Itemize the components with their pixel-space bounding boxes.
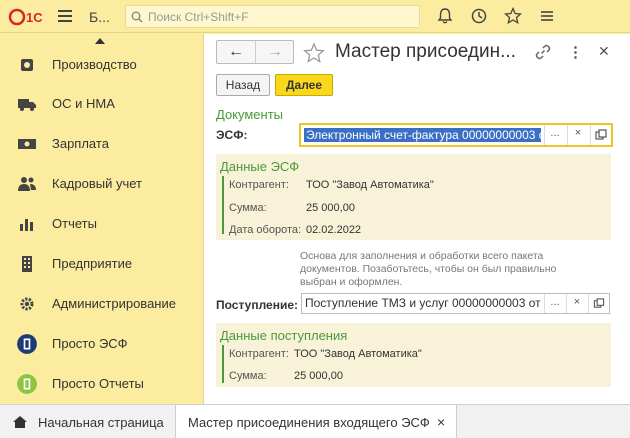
close-icon[interactable]: ✕ (598, 43, 610, 60)
esf-data-box: Данные ЭСФ Контрагент: ТОО "Завод Автома… (216, 154, 611, 240)
tab-home-label: Начальная страница (38, 415, 164, 430)
nav-buttons: ← → (216, 40, 294, 64)
tab-home[interactable]: Начальная страница (0, 405, 174, 438)
bell-icon[interactable] (436, 7, 454, 25)
sidebar-item-label: Администрирование (52, 296, 176, 311)
1c-logo-icon[interactable]: 1С (8, 8, 42, 26)
esf-counterparty-value: ТОО "Завод Автоматика" (306, 179, 434, 191)
app-title[interactable]: Б... (89, 9, 110, 25)
receipt-clear-button[interactable]: × (566, 294, 587, 313)
tab-wizard[interactable]: Мастер присоединения входящего ЭСФ × (175, 405, 457, 438)
search-input[interactable]: Поиск Ctrl+Shift+F (125, 5, 420, 28)
sidebar-item-label: Производство (52, 57, 137, 72)
tab-close-icon[interactable]: × (437, 414, 445, 430)
main-menu-icon[interactable] (58, 10, 72, 22)
sidebar-item-label: ОС и НМА (52, 96, 115, 111)
receipt-counterparty-value: ТОО "Завод Автоматика" (294, 348, 422, 360)
logo-text: 1С (26, 10, 42, 25)
sidebar-item-enterprise[interactable]: Предприятие (0, 246, 203, 282)
form-panel: ← → Мастер присоедин... ⋮ ✕ Назад Далее … (203, 34, 630, 404)
favorite-star-icon[interactable] (303, 42, 325, 64)
receipt-select-button[interactable]: ... (544, 294, 565, 313)
sidebar-item-label: Просто ЭСФ (52, 336, 128, 351)
receipt-label: Поступление: (216, 298, 299, 312)
menu-icon[interactable] (538, 7, 556, 25)
sidebar: Производство ОС и НМА Зарплата Кадровый … (0, 34, 203, 404)
sidebar-item-label: Отчеты (52, 216, 97, 231)
receipt-data-bar (222, 345, 224, 383)
receipt-counterparty-label: Контрагент: (229, 348, 289, 360)
forward-arrow-icon[interactable]: → (256, 41, 294, 63)
page-title: Мастер присоедин... (335, 41, 516, 62)
esf-counterparty-label: Контрагент: (229, 179, 289, 191)
sidebar-item-salary[interactable]: Зарплата (0, 126, 203, 162)
hint-text: Основа для заполнения и обработки всего … (300, 250, 557, 288)
receipt-sum-label: Сумма: (229, 370, 267, 382)
receipt-sum-value: 25 000,00 (294, 370, 343, 382)
receipt-data-box: Данные поступления Контрагент: ТОО "Заво… (216, 323, 611, 387)
documents-title: Документы (216, 107, 284, 122)
search-placeholder: Поиск Ctrl+Shift+F (148, 10, 249, 24)
esf-sum-value: 25 000,00 (306, 202, 355, 214)
search-icon (131, 11, 143, 23)
receipt-field[interactable]: Поступление ТМЗ и услуг 00000000003 от 0… (301, 293, 610, 314)
next-button[interactable]: Далее (275, 74, 333, 96)
window-tabs: Начальная страница Мастер присоединения … (0, 404, 630, 438)
tab-wizard-label: Мастер присоединения входящего ЭСФ (188, 415, 430, 430)
esf-clear-button[interactable]: × (567, 125, 588, 145)
sidebar-item-label: Предприятие (52, 256, 133, 271)
sidebar-item-reports[interactable]: Отчеты (0, 206, 203, 242)
esf-sum-label: Сумма: (229, 202, 267, 214)
money-icon (18, 139, 36, 149)
more-icon[interactable]: ⋮ (568, 43, 583, 61)
back-arrow-icon[interactable]: ← (217, 41, 255, 63)
home-icon (13, 416, 27, 428)
top-bar: 1С Б... Поиск Ctrl+Shift+F (0, 0, 630, 33)
esf-select-button[interactable]: ... (544, 125, 565, 145)
history-icon[interactable] (470, 7, 488, 25)
sidebar-item-label: Зарплата (52, 136, 109, 151)
sidebar-item-admin[interactable]: Администрирование (0, 286, 203, 322)
building-icon (22, 256, 32, 272)
reports-logo-icon (17, 374, 37, 394)
sidebar-item-fixed-assets[interactable]: ОС и НМА (0, 86, 203, 122)
sidebar-item-hr[interactable]: Кадровый учет (0, 166, 203, 202)
scroll-up-icon[interactable] (95, 38, 105, 44)
esf-data-title: Данные ЭСФ (220, 159, 300, 174)
receipt-data-title: Данные поступления (220, 328, 348, 343)
sidebar-item-production[interactable]: Производство (0, 47, 203, 83)
sidebar-item-prosto-esf[interactable]: Просто ЭСФ (0, 326, 203, 362)
sidebar-item-label: Кадровый учет (52, 176, 142, 191)
esf-open-icon[interactable] (590, 125, 611, 145)
truck-icon (18, 99, 36, 111)
production-icon (21, 59, 33, 71)
esf-turnover-value: 02.02.2022 (306, 224, 362, 236)
bar-chart-icon (20, 219, 33, 231)
star-icon[interactable] (504, 7, 522, 25)
link-icon[interactable] (535, 44, 551, 60)
sidebar-item-prosto-reports[interactable]: Просто Отчеты (0, 366, 203, 402)
gear-icon (20, 297, 34, 311)
esf-turnover-label: Дата оборота: (229, 224, 302, 236)
esf-field-value: Электронный счет-фактура 00000000003 от … (304, 128, 541, 142)
people-icon (18, 177, 36, 191)
sidebar-item-label: Просто Отчеты (52, 376, 144, 391)
esf-logo-icon (17, 334, 37, 354)
esf-field[interactable]: Электронный счет-фактура 00000000003 от … (299, 123, 613, 147)
receipt-open-icon[interactable] (588, 294, 609, 313)
back-button[interactable]: Назад (216, 74, 270, 96)
receipt-field-value: Поступление ТМЗ и услуг 00000000003 от 0… (305, 296, 543, 310)
esf-label: ЭСФ: (216, 128, 248, 142)
esf-data-bar (222, 176, 224, 234)
